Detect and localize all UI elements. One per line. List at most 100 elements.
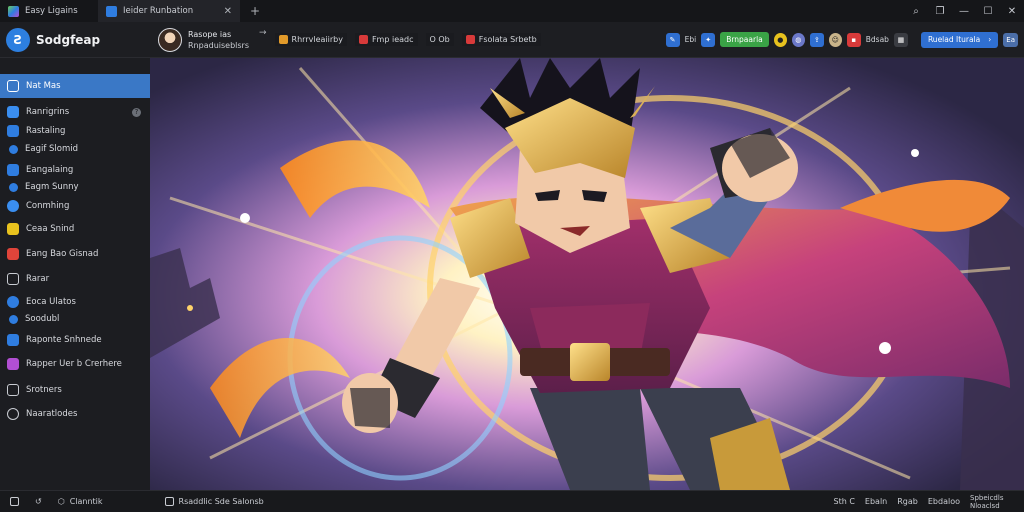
upload-button[interactable]: Ruelad Iturala › — [920, 31, 999, 48]
dot-icon — [9, 314, 18, 324]
close-window-button[interactable]: ✕ — [1000, 6, 1024, 17]
twitter-icon[interactable]: ✦ — [701, 32, 716, 47]
chip-icon — [465, 35, 475, 44]
header-chip-4[interactable]: Fsolata Srbetb — [461, 33, 541, 46]
app-icon — [8, 5, 19, 17]
layout-selector[interactable]: Rsaddlic Sde Salonsb — [164, 497, 264, 506]
apps-icon[interactable]: ▦ — [893, 32, 908, 47]
layout-label: Rsaddlic Sde Salonsb — [178, 497, 264, 506]
sidebar-item-6[interactable]: Conmhing — [0, 200, 150, 212]
panel-icon — [10, 497, 19, 506]
status-item-2[interactable]: Ebaln — [865, 497, 887, 506]
sidebar-item-label: Eangalaing — [26, 165, 74, 175]
globe-icon[interactable]: ◍ — [791, 32, 805, 47]
square-icon — [7, 273, 19, 285]
sidebar-item-13[interactable]: Rapper Uer b Crerhere — [0, 358, 150, 370]
home-icon — [7, 80, 19, 92]
dot-icon — [9, 182, 18, 192]
profile-name: Rasope ias — [188, 29, 232, 39]
sidebar-item-11[interactable]: Soodubl — [0, 314, 150, 324]
face-icon[interactable]: ☺ — [828, 32, 842, 47]
sidebar-item-label: Srotners — [26, 385, 62, 395]
sidebar-item-label: Ceaa Snind — [26, 224, 75, 234]
undo-button[interactable]: ↺ — [35, 497, 42, 506]
help-icon[interactable]: ? — [132, 107, 141, 117]
shape-tool[interactable]: ⬡ Clanntik — [58, 497, 103, 506]
sidebar-item-7[interactable]: Ceaa Snind — [0, 223, 150, 235]
sidebar-item-label: Conmhing — [26, 201, 70, 211]
minimize-button[interactable]: — — [952, 6, 976, 17]
profile-switcher[interactable]: Rasope ias Rnpaduiseblsrs → — [158, 27, 267, 52]
chip-icon — [358, 35, 368, 44]
sidebar-item-8[interactable]: Eang Bao Gisnad — [0, 248, 150, 260]
header-chip-1[interactable]: Rhrrvleaiirby — [274, 33, 347, 46]
sidebar-item-15[interactable]: Naaratlodes — [0, 408, 150, 420]
tab-label: Easy Ligains — [25, 6, 78, 16]
search-icon[interactable]: ⌕ — [904, 6, 928, 17]
sidebar-item-9[interactable]: Rarar — [0, 273, 150, 285]
shape-tool-label: Clanntik — [69, 497, 103, 506]
pen-icon — [7, 358, 19, 370]
artwork-illustration — [150, 58, 1024, 490]
sidebar-item-label: Ranrigrins — [26, 107, 70, 117]
check-icon — [7, 408, 19, 420]
icons-label: Bdsab — [865, 35, 889, 44]
sidebar-item-2[interactable]: Rastaling — [0, 125, 150, 137]
artwork-canvas[interactable] — [150, 58, 1024, 490]
header-chip-2[interactable]: Fmp ieadc — [354, 33, 418, 46]
edit-icon[interactable]: ✎ — [665, 32, 680, 47]
sidebar-item-14[interactable]: Srotners — [0, 384, 150, 396]
chevron-right-icon: › — [988, 35, 992, 44]
user-icon — [7, 296, 19, 308]
sidebar-item-label: Nat Mas — [26, 81, 61, 91]
share-icon[interactable]: ⇪ — [809, 32, 824, 47]
window-controls: ⌕ ❐ — ☐ ✕ — [904, 0, 1024, 22]
sidebar-item-10[interactable]: Eoca Ulatos — [0, 296, 150, 308]
list-icon — [7, 384, 19, 396]
tab-easy-ligains[interactable]: Easy Ligains — [0, 0, 98, 22]
sidebar-item-3[interactable]: Eagif Slomid — [0, 144, 150, 154]
shape-icon: ⬡ — [57, 497, 65, 506]
end-button[interactable]: Ea — [1003, 32, 1018, 47]
sidebar-item-4[interactable]: Eangalaing — [0, 164, 150, 176]
publish-button[interactable]: Brnpaarla — [720, 32, 769, 47]
status-item-4[interactable]: Ebdaloo — [928, 497, 960, 506]
sidebar-item-12[interactable]: Raponte Snhnede — [0, 334, 150, 346]
tab-ieider-runbation[interactable]: Ieider Runbation ✕ — [98, 0, 240, 22]
profile-subtitle: Rnpaduiseblsrs — [188, 40, 249, 50]
sidebar-item-label: Soodubl — [25, 314, 60, 324]
tab-label: Ieider Runbation — [123, 6, 194, 16]
restore-icon[interactable]: ❐ — [928, 6, 952, 17]
chip-icon — [278, 35, 288, 44]
new-tab-button[interactable]: + — [240, 4, 270, 18]
maximize-button[interactable]: ☐ — [976, 6, 1000, 17]
header-chip-3[interactable]: O Ob — [425, 33, 454, 46]
chip-label: Fsolata Srbetb — [478, 35, 537, 44]
coin-icon[interactable]: ● — [773, 32, 787, 47]
brand[interactable]: Ƨ Sodgfeap — [0, 27, 150, 52]
sidebar-item-5[interactable]: Eagm Sunny — [0, 182, 150, 192]
chip-label: Rhrrvleaiirby — [291, 35, 343, 44]
status-right: Sth C Ebaln Rgab Ebdaloo Spbeicdls Nloac… — [834, 494, 1024, 510]
sidebar: Nat Mas Ranrigrins ? Rastaling Eagif Slo… — [0, 58, 150, 490]
status-item-1[interactable]: Sth C — [834, 497, 855, 506]
bookmark-icon — [7, 106, 19, 118]
upload-button-label: Ruelad Iturala — [927, 35, 981, 44]
palette-icon — [9, 144, 18, 154]
panel-toggle[interactable] — [10, 497, 19, 506]
app-header: Ƨ Sodgfeap Rasope ias Rnpaduiseblsrs → R… — [0, 22, 1024, 58]
status-item-5[interactable]: Spbeicdls Nloaclsd — [970, 494, 1014, 510]
flag-icon[interactable]: ▪ — [846, 32, 861, 47]
close-icon[interactable]: ✕ — [224, 6, 232, 17]
sidebar-item-label: Rastaling — [26, 126, 66, 136]
sidebar-item-label: Eang Bao Gisnad — [26, 249, 99, 259]
globe-icon — [7, 200, 19, 212]
group-a-label-1: Ebi — [684, 35, 697, 44]
brush-icon — [7, 125, 19, 137]
status-item-3[interactable]: Rgab — [897, 497, 918, 506]
chip-label: O Ob — [429, 35, 450, 44]
sidebar-item-1[interactable]: Ranrigrins ? — [0, 106, 150, 118]
sidebar-item-label: Rarar — [26, 274, 50, 284]
sidebar-item-label: Raponte Snhnede — [26, 335, 102, 345]
sidebar-item-0[interactable]: Nat Mas — [0, 74, 150, 98]
